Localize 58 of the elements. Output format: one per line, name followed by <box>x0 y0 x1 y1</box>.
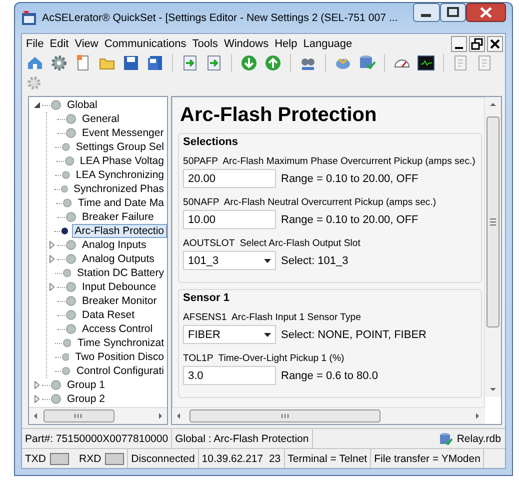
setting-label: 50PAFP Arc-Flash Maximum Phase Overcurrent Pickup (amps sec.) <box>183 156 476 167</box>
part-number: Part#: 75150000X0077810000 <box>22 429 172 448</box>
page-title: Arc-Flash Protection <box>180 104 378 127</box>
window-title: AcSELerator® QuickSet - [Settings Editor - New Settings 2 (SEL-751 007 ... <box>42 12 399 24</box>
group-title: Sensor 1 <box>183 292 230 304</box>
tree-item[interactable]: Global <box>64 98 100 112</box>
tree-item[interactable]: Event Messenger <box>79 126 167 140</box>
tree-item[interactable]: Analog Inputs <box>79 238 150 252</box>
tree-item[interactable]: Time and Date Ma <box>75 196 167 210</box>
range-hint: Range = 0.10 to 20.00, OFF <box>281 214 418 226</box>
input-field[interactable]: 20.00 <box>183 169 276 188</box>
input-field[interactable]: 10.00 <box>183 210 276 229</box>
file-name: Relay.rdb <box>456 432 501 444</box>
menu-item[interactable]: Edit <box>50 38 69 50</box>
tree-item[interactable]: Access Control <box>79 322 156 336</box>
dropdown[interactable]: 101_3 <box>183 251 276 270</box>
group-title: Selections <box>183 136 238 148</box>
tree-item[interactable]: Control Configurati <box>73 364 167 378</box>
tree-item[interactable]: LEA Phase Voltag <box>76 154 167 168</box>
range-hint: Range = 0.10 to 20.00, OFF <box>281 172 418 184</box>
tree-item[interactable]: Group 2 <box>64 392 108 406</box>
status-text: 10.39.62.217 23 <box>198 449 285 468</box>
status-text: Terminal = Telnet <box>284 449 372 468</box>
range-hint: Select: 101_3 <box>281 254 348 266</box>
menu-item[interactable]: Communications <box>104 38 186 50</box>
tree-item[interactable]: Arc-Flash Protectio <box>72 224 167 238</box>
indicator-label: TXD <box>25 452 46 464</box>
tree-item[interactable]: Breaker Failure <box>79 210 157 224</box>
location-text: Global : Arc-Flash Protection <box>172 429 313 448</box>
tree-item[interactable]: Two Position Disco <box>72 350 167 364</box>
status-text: File transfer = YModen <box>371 449 484 468</box>
menu-item[interactable]: Help <box>274 38 298 50</box>
tree-item[interactable]: Settings Group Sel <box>72 140 167 154</box>
range-hint: Range = 0.6 to 80.0 <box>281 370 378 382</box>
tree-item[interactable]: General <box>79 112 122 126</box>
tree-item[interactable]: Analog Outputs <box>79 252 158 266</box>
tree-item[interactable]: Synchronized Phas <box>70 182 167 196</box>
setting-label: 50NAFP Arc-Flash Neutral Overcurrent Pickup (amps sec.) <box>183 197 436 208</box>
menu-item[interactable]: Tools <box>192 38 218 50</box>
menu-item[interactable]: Windows <box>224 38 269 50</box>
tree-item[interactable]: Breaker Monitor <box>79 294 160 308</box>
tree-item[interactable]: LEA Synchronizing <box>72 168 167 182</box>
menu-item[interactable]: File <box>26 38 44 50</box>
tree-item[interactable]: Group 1 <box>64 378 108 392</box>
input-field[interactable]: 3.0 <box>183 366 276 385</box>
indicator-label: RXD <box>79 452 102 464</box>
status-text: Disconnected <box>128 449 199 468</box>
setting-label: AFSENS1 Arc-Flash Input 1 Sensor Type <box>183 312 361 323</box>
setting-label: AOUTSLOT Select Arc-Flash Output Slot <box>183 238 360 249</box>
dropdown[interactable]: FIBER <box>183 325 276 344</box>
tree-item[interactable]: Data Reset <box>79 308 138 322</box>
range-hint: Select: NONE, POINT, FIBER <box>281 328 426 340</box>
tree-item[interactable]: Input Debounce <box>79 280 160 294</box>
menu-item[interactable]: Language <box>303 38 352 50</box>
tree-item[interactable]: Station DC Battery <box>74 266 167 280</box>
tree-item[interactable]: Time Synchronizat <box>74 336 167 350</box>
menu-item[interactable]: View <box>74 38 98 50</box>
setting-label: TOL1P Time-Over-Light Pickup 1 (%) <box>183 353 344 364</box>
